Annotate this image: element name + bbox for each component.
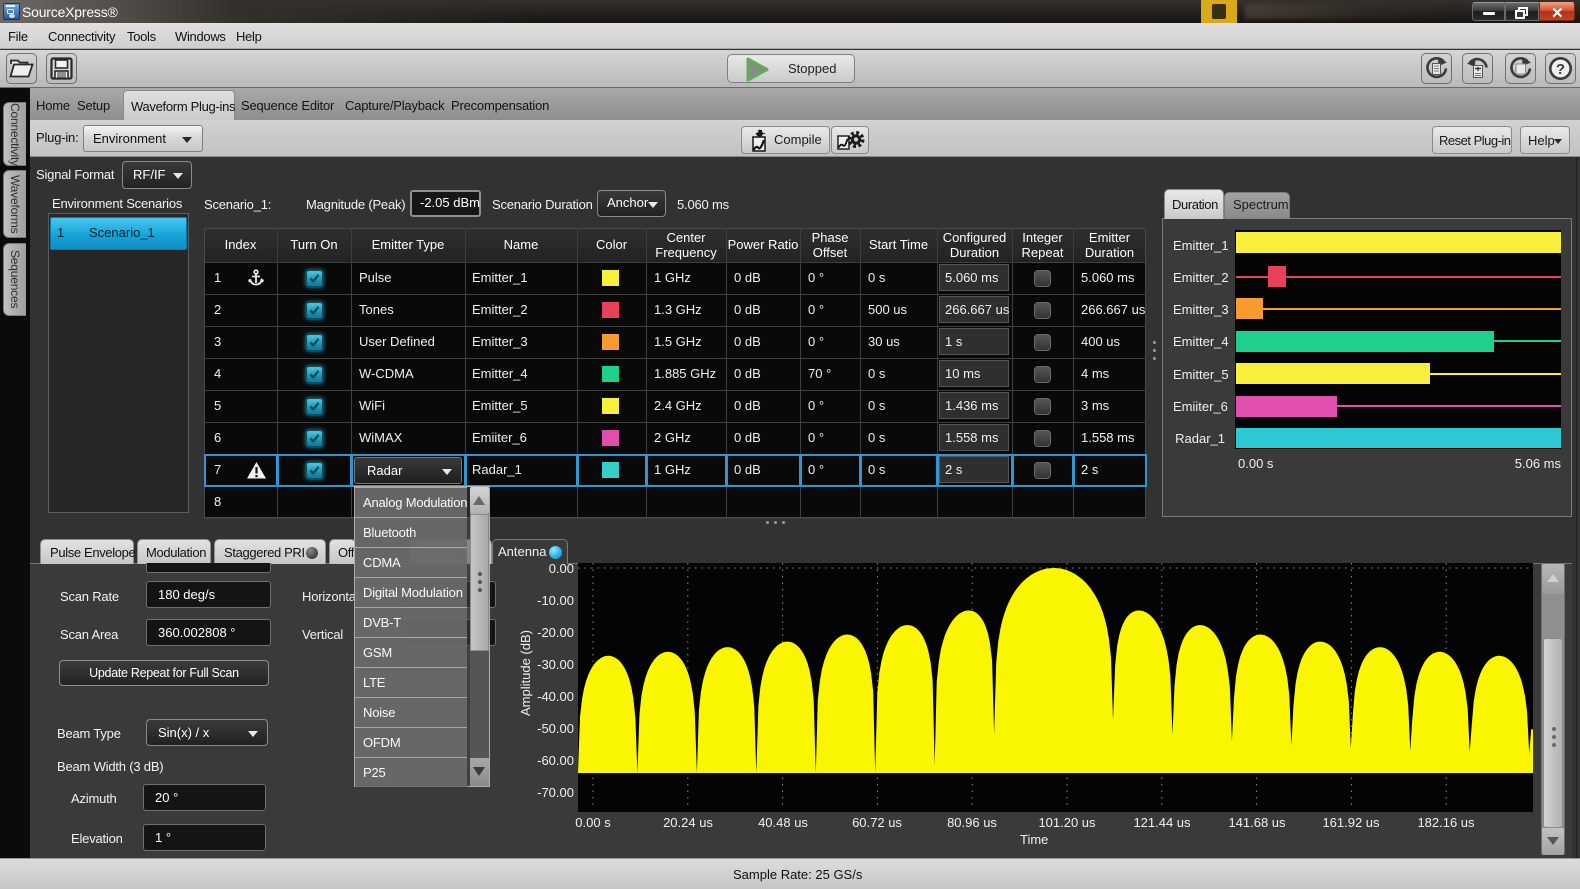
svg-text:?: ? <box>1556 61 1565 78</box>
